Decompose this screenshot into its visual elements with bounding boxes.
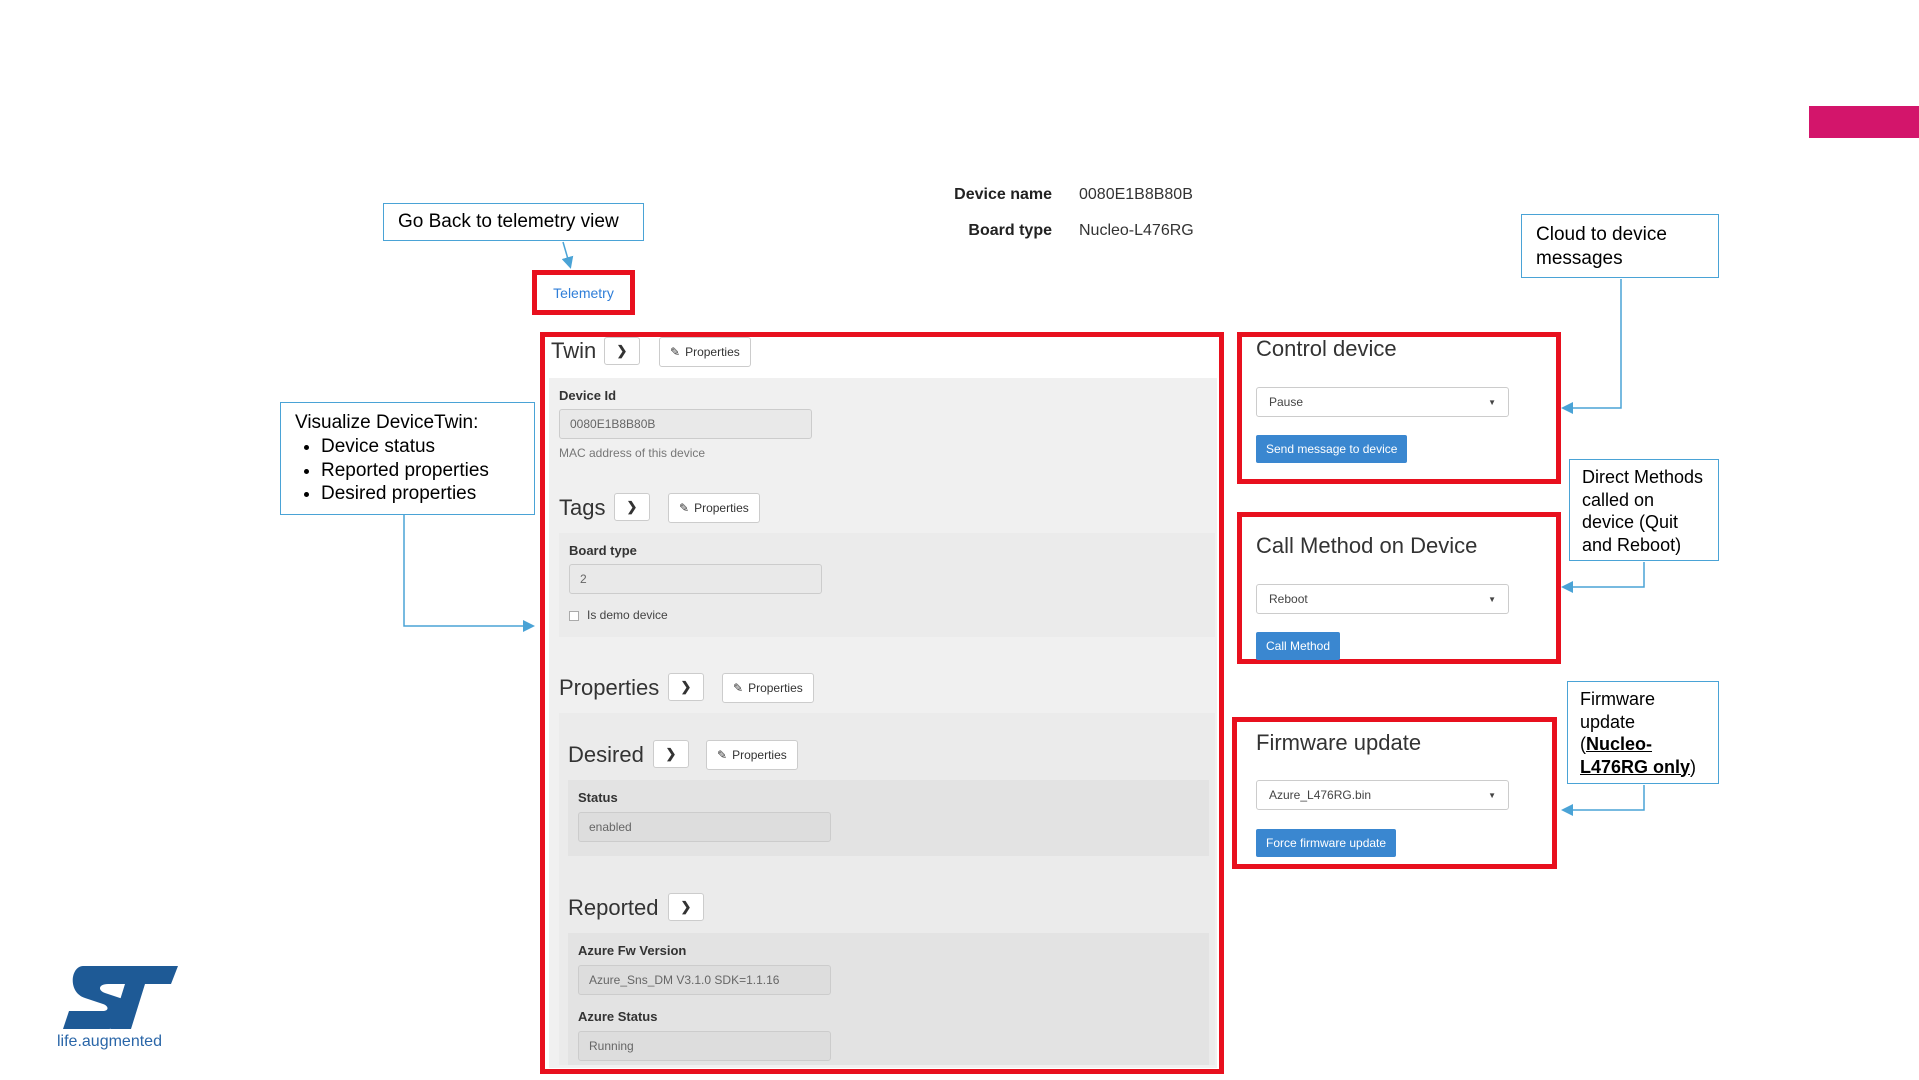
device-id-label: Device Id (559, 388, 617, 403)
control-device-select[interactable]: Pause ▼ (1256, 387, 1509, 417)
desired-title: Desired (568, 742, 644, 767)
tags-collapse-button[interactable]: ❯ (614, 493, 650, 521)
pencil-icon: ✎ (717, 748, 728, 762)
call-method-select-value: Reboot (1269, 592, 1308, 606)
reported-fw-field[interactable]: Azure_Sns_DM V3.1.0 SDK=1.1.16 (578, 965, 831, 995)
properties-properties-button[interactable]: ✎ Properties (722, 673, 814, 703)
st-tagline: life.augmented (57, 1033, 162, 1051)
send-message-button[interactable]: Send message to device (1256, 435, 1408, 463)
chevron-down-icon: ❯ (680, 679, 692, 694)
reported-collapse-button[interactable]: ❯ (668, 893, 704, 921)
desired-collapse-button[interactable]: ❯ (653, 740, 689, 768)
tags-properties-button[interactable]: ✎ Properties (668, 493, 760, 523)
reported-fw-label: Azure Fw Version (578, 943, 687, 958)
tags-title: Tags (559, 495, 606, 520)
call-method-title: Call Method on Device (1256, 533, 1478, 558)
st-logo (63, 966, 178, 1029)
twin-properties-label: Properties (685, 345, 740, 359)
chevron-down-icon: ❯ (626, 499, 638, 514)
chevron-down-icon: ❯ (616, 343, 628, 358)
twin-collapse-button[interactable]: ❯ (604, 337, 640, 365)
properties-collapse-button[interactable]: ❯ (668, 673, 704, 701)
caret-down-icon: ▼ (1488, 790, 1496, 800)
control-device-select-value: Pause (1269, 395, 1304, 409)
device-id-help: MAC address of this device (559, 446, 706, 460)
tags-board-type-label: Board type (569, 543, 637, 558)
st-tagline-augmented: augmented (81, 1033, 162, 1050)
desired-properties-label: Properties (732, 748, 787, 762)
tags-board-type-field[interactable]: 2 (569, 564, 822, 594)
caret-down-icon: ▼ (1488, 594, 1496, 604)
firmware-update-title: Firmware update (1256, 730, 1422, 755)
twin-properties-button[interactable]: ✎ Properties (659, 337, 751, 367)
control-device-title: Control device (1256, 336, 1397, 361)
pencil-icon: ✎ (733, 681, 744, 695)
pencil-icon: ✎ (670, 345, 681, 359)
reported-status-field[interactable]: Running (578, 1031, 831, 1061)
properties-properties-label: Properties (748, 681, 803, 695)
desired-status-field[interactable]: enabled (578, 812, 831, 842)
reported-status-label: Azure Status (578, 1009, 658, 1024)
st-tagline-life: life (57, 1033, 78, 1050)
properties-title: Properties (559, 675, 660, 700)
demo-device-checkbox[interactable] (569, 611, 579, 621)
chevron-down-icon: ❯ (665, 746, 677, 761)
firmware-select[interactable]: Azure_L476RG.bin ▼ (1256, 780, 1509, 810)
chevron-down-icon: ❯ (680, 899, 692, 914)
desired-properties-button[interactable]: ✎ Properties (706, 740, 798, 770)
call-method-select[interactable]: Reboot ▼ (1256, 584, 1509, 614)
firmware-select-value: Azure_L476RG.bin (1269, 788, 1372, 802)
reported-title: Reported (568, 895, 659, 920)
caret-down-icon: ▼ (1488, 397, 1496, 407)
desired-status-label: Status (578, 790, 618, 805)
force-firmware-button[interactable]: Force firmware update (1256, 829, 1397, 857)
tags-properties-label: Properties (694, 501, 749, 515)
device-id-field[interactable]: 0080E1B8B80B (559, 409, 812, 439)
call-method-button[interactable]: Call Method (1256, 632, 1341, 660)
pencil-icon: ✎ (679, 501, 690, 515)
twin-title: Twin (551, 338, 597, 363)
demo-device-label: Is demo device (587, 608, 668, 622)
